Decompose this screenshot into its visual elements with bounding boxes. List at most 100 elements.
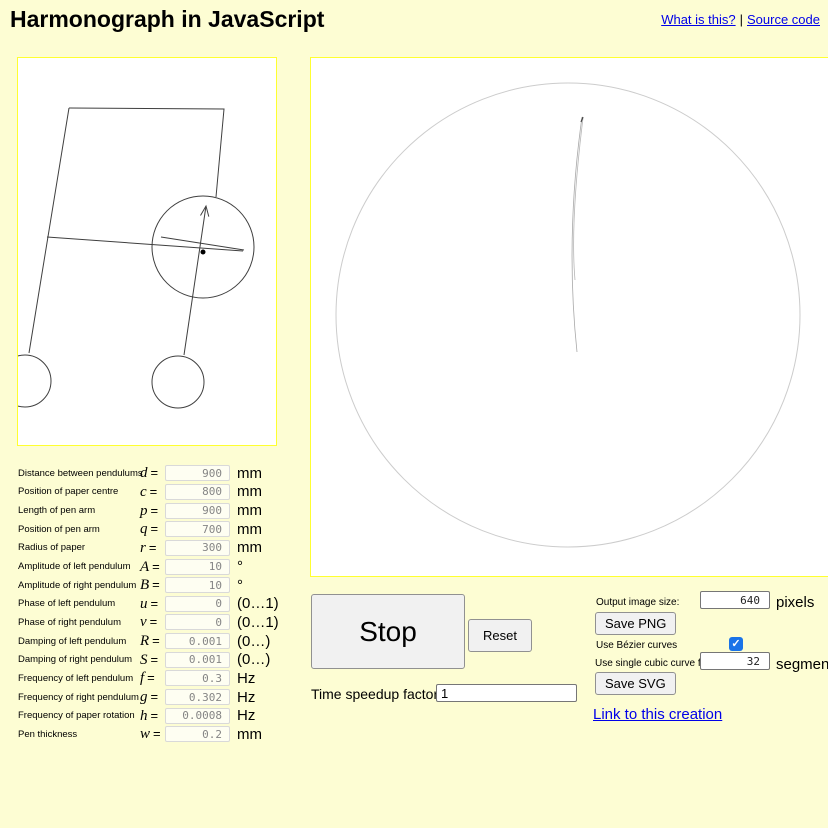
param-input-phase-left[interactable] bbox=[165, 596, 230, 612]
param-symbol: q= bbox=[140, 520, 165, 538]
param-unit: (0…1) bbox=[237, 614, 279, 631]
param-row: Length of pen arm p= mm bbox=[18, 501, 279, 520]
left-bob-circle bbox=[18, 355, 51, 407]
param-row: Frequency of right pendulum g= Hz bbox=[18, 688, 279, 707]
speed-label: Time speedup factor: bbox=[311, 686, 442, 702]
param-symbol-letter: R bbox=[140, 633, 149, 649]
param-row: Position of paper centre c= mm bbox=[18, 483, 279, 502]
param-symbol-letter: r bbox=[140, 540, 146, 556]
right-bob-circle bbox=[152, 356, 204, 408]
right-pendulum-rod bbox=[184, 206, 206, 355]
param-symbol-letter: S bbox=[140, 652, 148, 668]
equals-sign: = bbox=[152, 633, 160, 648]
param-symbol: A= bbox=[140, 558, 165, 576]
save-svg-button[interactable]: Save SVG bbox=[595, 672, 676, 695]
param-label: Amplitude of left pendulum bbox=[18, 561, 140, 572]
param-input-amplitude-right[interactable] bbox=[165, 577, 230, 593]
cubic-segments-input[interactable] bbox=[700, 652, 770, 670]
param-label: Position of pen arm bbox=[18, 524, 140, 535]
param-label: Frequency of right pendulum bbox=[18, 692, 140, 703]
param-symbol: w= bbox=[140, 725, 165, 743]
equals-sign: = bbox=[151, 652, 159, 667]
param-symbol: p= bbox=[140, 502, 165, 520]
param-row: Distance between pendulums d= mm bbox=[18, 464, 279, 483]
param-symbol-letter: g bbox=[140, 689, 148, 705]
param-symbol-letter: A bbox=[140, 559, 149, 575]
speed-input[interactable] bbox=[436, 684, 577, 702]
param-symbol: v= bbox=[140, 613, 165, 631]
param-symbol: g= bbox=[140, 688, 165, 706]
param-input-r[interactable] bbox=[165, 540, 230, 556]
equals-sign: = bbox=[153, 726, 161, 741]
param-unit: mm bbox=[237, 483, 262, 500]
param-symbol-letter: B bbox=[140, 577, 149, 593]
stop-button[interactable]: Stop bbox=[311, 594, 465, 669]
equals-sign: = bbox=[151, 708, 159, 723]
param-input-damping-left[interactable] bbox=[165, 633, 230, 649]
drawing-canvas-panel bbox=[310, 57, 828, 577]
param-label: Phase of left pendulum bbox=[18, 598, 140, 609]
param-input-frequency-left[interactable] bbox=[165, 670, 230, 686]
param-input-d[interactable] bbox=[165, 465, 230, 481]
param-input-c[interactable] bbox=[165, 484, 230, 500]
equals-sign: = bbox=[151, 596, 159, 611]
param-symbol: r= bbox=[140, 539, 165, 557]
bezier-curves-label: Use Bézier curves bbox=[596, 640, 677, 651]
param-symbol-letter: v bbox=[140, 614, 147, 630]
param-input-frequency-paper[interactable] bbox=[165, 708, 230, 724]
param-row: Damping of right pendulum S= (0…) bbox=[18, 650, 279, 669]
param-unit: (0…) bbox=[237, 651, 270, 668]
paper-drawing bbox=[311, 58, 828, 576]
param-input-amplitude-left[interactable] bbox=[165, 559, 230, 575]
param-symbol-letter: w bbox=[140, 726, 150, 742]
param-symbol-letter: p bbox=[140, 503, 148, 519]
page-title: Harmonograph in JavaScript bbox=[10, 6, 324, 33]
param-input-q[interactable] bbox=[165, 521, 230, 537]
save-png-button[interactable]: Save PNG bbox=[595, 612, 676, 635]
param-row: Damping of left pendulum R= (0…) bbox=[18, 632, 279, 651]
bezier-checkbox[interactable]: ✓ bbox=[729, 637, 743, 651]
param-input-pen-thickness[interactable] bbox=[165, 726, 230, 742]
param-symbol-letter: u bbox=[140, 596, 148, 612]
harmonograph-app: { "header": { "title": "Harmonograph in … bbox=[0, 0, 828, 828]
frame-outline bbox=[69, 108, 224, 197]
equals-sign: = bbox=[152, 577, 160, 592]
param-symbol: d= bbox=[140, 464, 165, 482]
param-input-phase-right[interactable] bbox=[165, 614, 230, 630]
param-unit: mm bbox=[237, 539, 262, 556]
param-input-p[interactable] bbox=[165, 503, 230, 519]
param-label: Frequency of paper rotation bbox=[18, 710, 140, 721]
param-row: Radius of paper r= mm bbox=[18, 539, 279, 558]
creation-link[interactable]: Link to this creation bbox=[593, 706, 722, 723]
param-unit: mm bbox=[237, 726, 262, 743]
header-links: What is this?|Source code bbox=[661, 12, 820, 27]
param-label: Radius of paper bbox=[18, 542, 140, 553]
param-input-frequency-right[interactable] bbox=[165, 689, 230, 705]
equals-sign: = bbox=[147, 670, 155, 685]
output-size-input[interactable] bbox=[700, 591, 770, 609]
param-unit: ° bbox=[237, 558, 243, 575]
reset-button[interactable]: Reset bbox=[468, 619, 532, 652]
param-row: Frequency of paper rotation h= Hz bbox=[18, 706, 279, 725]
param-unit: mm bbox=[237, 521, 262, 538]
param-label: Damping of right pendulum bbox=[18, 654, 140, 665]
what-is-this-link[interactable]: What is this? bbox=[661, 12, 735, 27]
param-row: Amplitude of right pendulum B= ° bbox=[18, 576, 279, 595]
equals-sign: = bbox=[149, 540, 157, 555]
param-unit: mm bbox=[237, 465, 262, 482]
param-symbol: h= bbox=[140, 707, 165, 725]
param-row: Frequency of left pendulum f= Hz bbox=[18, 669, 279, 688]
param-symbol: u= bbox=[140, 595, 165, 613]
equals-sign: = bbox=[151, 465, 159, 480]
param-symbol: R= bbox=[140, 632, 165, 650]
output-size-unit: pixels bbox=[776, 594, 814, 611]
param-input-damping-right[interactable] bbox=[165, 652, 230, 668]
pen-dot bbox=[201, 250, 206, 255]
param-symbol-letter: c bbox=[140, 484, 147, 500]
paper-circle bbox=[336, 83, 800, 547]
equals-sign: = bbox=[151, 503, 159, 518]
equals-sign: = bbox=[150, 484, 158, 499]
param-label: Amplitude of right pendulum bbox=[18, 580, 140, 591]
source-code-link[interactable]: Source code bbox=[747, 12, 820, 27]
param-row: Amplitude of left pendulum A= ° bbox=[18, 557, 279, 576]
